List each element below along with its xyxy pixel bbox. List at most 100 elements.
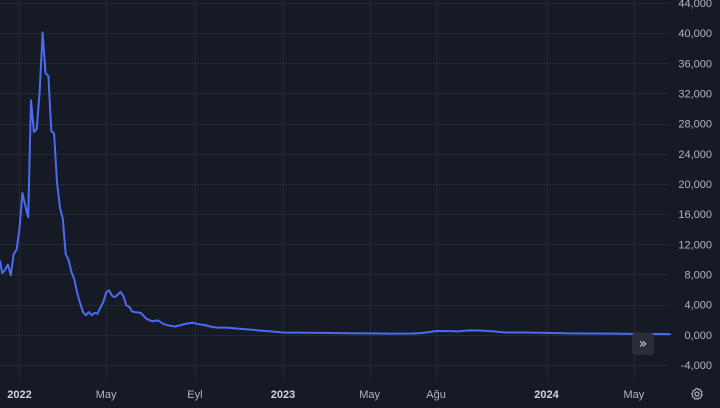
- data-point: [192, 321, 194, 324]
- data-point: [4, 269, 6, 271]
- series-line: [0, 31, 671, 336]
- y-tick-label: 4,000: [684, 300, 712, 312]
- data-point: [611, 332, 613, 335]
- data-point: [238, 327, 240, 330]
- data-point: [88, 311, 90, 313]
- x-tick-label: Eyl: [187, 389, 202, 401]
- data-point: [85, 314, 87, 317]
- data-point: [90, 314, 93, 317]
- data-point: [79, 302, 81, 304]
- x-tick-label: May: [624, 389, 645, 401]
- data-point: [412, 332, 415, 335]
- data-point: [30, 99, 32, 102]
- gear-icon: [691, 387, 703, 400]
- data-point: [102, 301, 104, 304]
- data-point: [76, 292, 79, 295]
- data-point: [56, 181, 58, 184]
- y-tick-label: -4,000: [681, 360, 712, 372]
- data-point: [203, 324, 206, 326]
- data-point: [70, 271, 73, 274]
- data-point: [168, 324, 171, 327]
- data-point: [62, 217, 64, 220]
- data-point: [304, 331, 307, 334]
- data-point: [180, 324, 182, 326]
- data-point: [423, 332, 425, 334]
- data-point: [38, 90, 41, 92]
- data-point: [655, 333, 658, 335]
- y-tick-label: 12,000: [678, 239, 712, 251]
- y-tick-label: 28,000: [678, 119, 712, 131]
- y-tick-label: 36,000: [678, 58, 712, 70]
- data-point: [99, 306, 102, 309]
- y-tick-label: 44,000: [678, 0, 712, 10]
- line-chart[interactable]: 44,000 40,000 36,000 32,000 28,000 24,000 20,0…: [0, 0, 720, 408]
- y-axis: 44,000 40,000 36,000 32,000 28,000 24,000 20,0…: [678, 0, 712, 372]
- data-point: [197, 323, 200, 326]
- data-point: [545, 332, 548, 334]
- data-point: [435, 330, 437, 332]
- data-point: [186, 322, 188, 325]
- data-point: [93, 312, 96, 314]
- data-point: [225, 326, 228, 329]
- data-point: [259, 329, 262, 332]
- data-point: [669, 333, 671, 335]
- data-point: [391, 332, 393, 335]
- scroll-to-realtime-button[interactable]: »: [632, 333, 654, 355]
- data-point: [209, 325, 211, 328]
- chart-container[interactable]: 44,000 40,000 36,000 32,000 28,000 24,000 20,0…: [0, 0, 720, 408]
- data-point: [125, 304, 128, 307]
- data-point: [151, 320, 154, 323]
- data-point: [96, 312, 99, 315]
- double-chevron-right-icon: »: [638, 336, 648, 352]
- x-tick-label: 2023: [271, 389, 295, 401]
- data-point: [10, 274, 12, 277]
- data-point: [457, 330, 460, 333]
- data-point: [15, 248, 18, 251]
- data-point: [116, 294, 119, 296]
- data-point: [504, 331, 507, 334]
- data-point: [140, 312, 142, 314]
- x-tick-label: Ağu: [426, 389, 446, 401]
- x-tick-label: 2022: [7, 389, 31, 401]
- y-tick-label: 24,000: [678, 149, 712, 161]
- data-point: [248, 328, 250, 331]
- data-point: [324, 332, 327, 334]
- chart-settings-button[interactable]: [689, 386, 705, 402]
- data-point: [282, 331, 284, 334]
- y-tick-label: 40,000: [678, 28, 712, 40]
- y-tick-label: 8,000: [684, 269, 712, 281]
- data-point: [36, 128, 38, 130]
- data-point: [523, 331, 525, 334]
- data-point: [479, 329, 481, 332]
- data-point: [24, 205, 27, 207]
- data-point: [122, 295, 125, 298]
- data-point: [449, 330, 451, 332]
- data-point: [12, 253, 15, 255]
- data-point: [105, 291, 107, 294]
- data-point: [163, 323, 165, 326]
- data-point: [174, 325, 177, 328]
- data-point: [64, 253, 67, 255]
- data-point: [82, 311, 84, 313]
- data-point: [21, 192, 24, 194]
- data-point: [73, 278, 76, 281]
- data-point: [50, 130, 53, 132]
- data-point: [467, 329, 470, 332]
- data-point: [131, 310, 133, 313]
- data-point: [215, 326, 218, 329]
- data-point: [33, 131, 35, 133]
- data-point: [67, 259, 70, 261]
- y-tick-label: 32,000: [678, 88, 712, 100]
- data-point: [59, 206, 61, 209]
- data-point: [119, 291, 122, 293]
- data-point: [493, 330, 495, 333]
- data-point: [368, 332, 371, 335]
- data-point: [44, 72, 47, 74]
- data-point: [108, 289, 110, 292]
- data-point: [114, 296, 116, 298]
- x-tick-label: May: [96, 389, 117, 401]
- data-point: [1, 272, 3, 274]
- data-point: [53, 132, 55, 135]
- y-tick-label: 16,000: [678, 209, 712, 221]
- data-point: [347, 332, 349, 335]
